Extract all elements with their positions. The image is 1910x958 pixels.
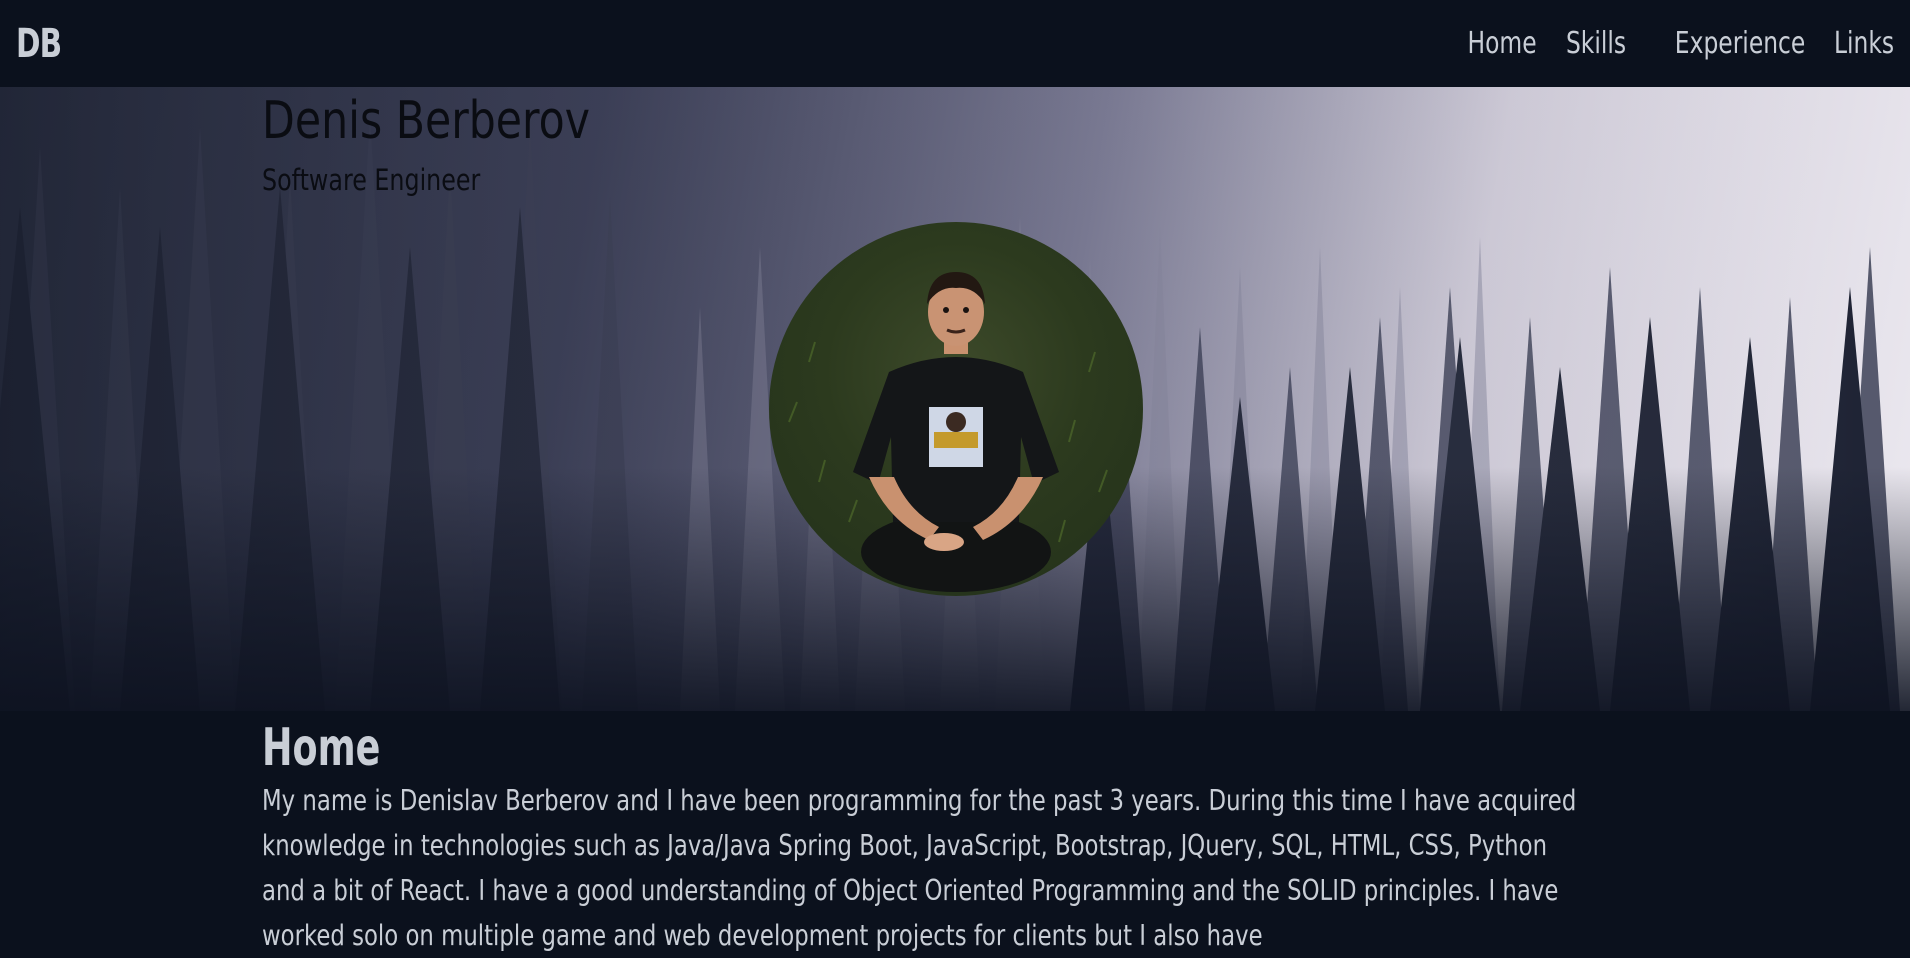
profile-avatar [769, 222, 1143, 596]
hero-name-title: Denis Berberov [262, 91, 590, 151]
nav-link-home[interactable]: Home [1467, 26, 1536, 61]
hero-banner: Denis Berberov Software Engineer [0, 87, 1910, 711]
nav-link-skills[interactable]: Skills [1566, 26, 1626, 61]
home-intro-paragraph: My name is Denislav Berberov and I have … [262, 784, 1577, 952]
nav-link-experience[interactable]: Experience [1674, 26, 1805, 61]
top-navbar: DB Home Skills Experience Links [0, 0, 1910, 87]
hero-job-subtitle: Software Engineer [262, 163, 481, 197]
profile-photo-icon [788, 272, 1108, 592]
home-heading: Home [262, 718, 381, 778]
brand-logo[interactable]: DB [16, 21, 62, 67]
nav-link-links[interactable]: Links [1834, 26, 1894, 61]
home-section: Home My name is Denislav Berberov and I … [262, 712, 1642, 958]
nav-links: Home Skills Experience Links [1436, 26, 1894, 61]
